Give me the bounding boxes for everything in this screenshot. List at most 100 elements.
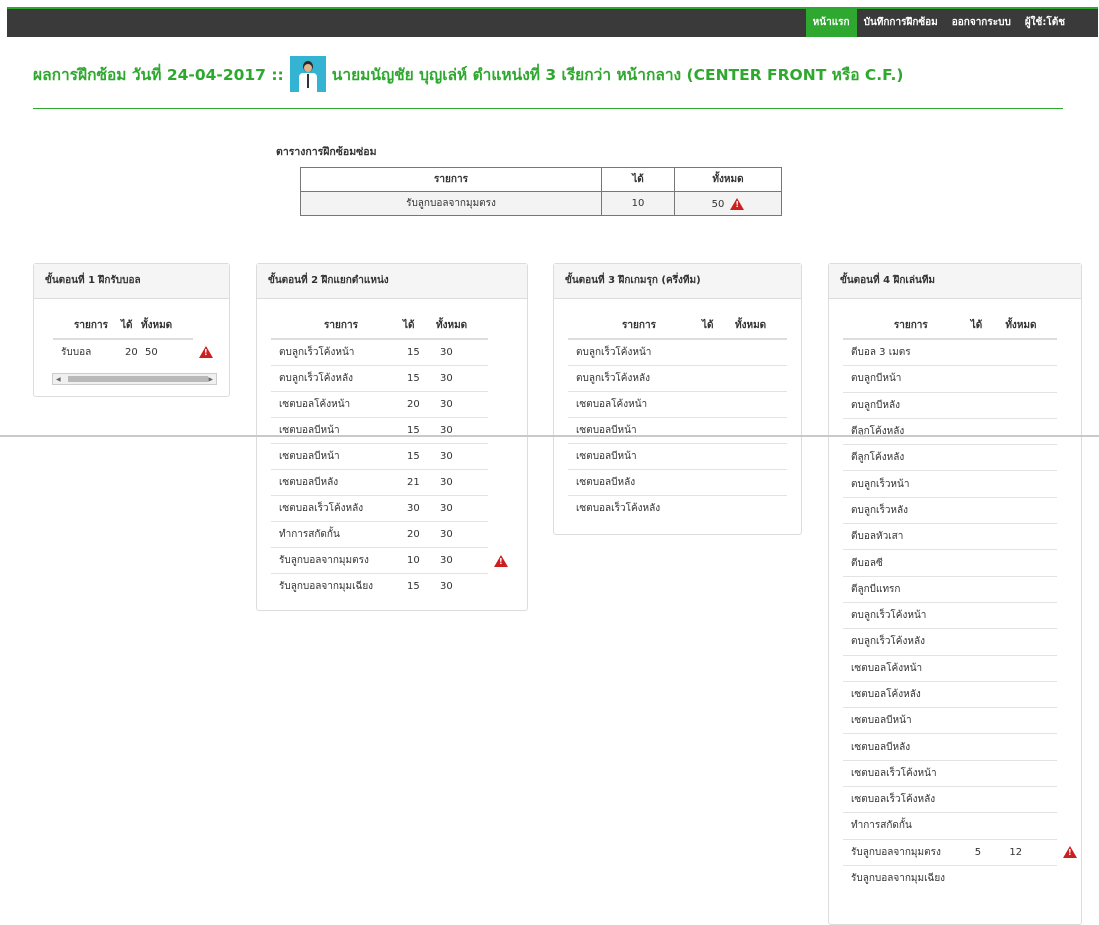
stage-row-item: เซตบอลโค้งหลัง — [843, 680, 971, 708]
stage-row-got — [970, 549, 1006, 577]
stage-row: เซตบอลเร็วโค้งหน้า — [843, 759, 1081, 787]
scroll-right-arrow-icon[interactable]: ▶ — [208, 376, 213, 383]
stage-row-got — [970, 654, 1006, 682]
warning-icon — [1063, 846, 1078, 859]
stage-row-got — [970, 470, 1006, 498]
stage-row-warning-cell — [488, 522, 512, 548]
stage-row-got — [702, 339, 735, 366]
stage-row: รับบอล 20 50 — [53, 339, 217, 364]
stage-row-total — [735, 495, 787, 521]
stage-row-total: 30 — [436, 547, 488, 574]
stage-row-warning-cell — [488, 548, 512, 574]
stage-table: รายการ ได้ ทั้งหมด ตีบอล 3 เมตร ตบลูกบีหน้าต… — [843, 312, 1081, 892]
stage-row: ตีบอลหัวเสา — [843, 523, 1081, 550]
stage-row-got — [970, 365, 1006, 393]
stage-row-item: รับบอล — [61, 346, 92, 358]
stage-row-warning-cell — [1057, 681, 1081, 707]
stage-row-item: เซตบอลโค้งหน้า — [568, 391, 702, 418]
stage-row-item: ตบลูกบีหลัง — [843, 391, 971, 419]
stage-row-total — [1005, 786, 1058, 813]
stage-row-item: ตบลูกเร็วโค้งหน้า — [279, 347, 355, 358]
stage-row-item: ตีลูกโค้งหลัง — [843, 444, 971, 471]
stage-row-item: ตบลูกเร็วหลัง — [843, 496, 971, 524]
stage-row: ตีบอลซี — [843, 549, 1081, 577]
stage-col-total: ทั้งหมด — [436, 312, 488, 340]
stage-row: ตบลูกเร็วโค้งหลัง — [568, 365, 787, 392]
stage-row-got: 15 — [403, 417, 436, 444]
warning-icon — [730, 197, 745, 210]
stage-row: เซตบอลบีหน้า — [568, 443, 787, 470]
stage-row-item: เซตบอลโค้งหน้า — [843, 654, 971, 682]
stage-row-total — [1005, 812, 1058, 840]
stage-row-item: รับลูกบอลจากมุมตรง — [271, 547, 403, 574]
header-divider — [33, 108, 1063, 109]
stage-row-total — [1005, 733, 1058, 761]
stage-row-warning-cell — [488, 418, 512, 444]
top-navbar: หน้าแรก บันทึกการฝึกซ้อม ออกจากระบบ ผู้ใ… — [7, 7, 1098, 37]
stage-panel-title: ขั้นตอนที่ 2 ฝึกแยกตำแหน่ง — [257, 264, 527, 299]
stage-row-warning-cell — [1057, 339, 1081, 366]
stage-table: รายการ ได้ ทั้งหมด ตบลูกเร็วโค้งหน้า ตบลูกเร… — [568, 312, 787, 521]
stage-row-total — [735, 417, 787, 444]
stage-row-item: ตีลูกบีแทรก — [843, 575, 971, 603]
stage-panel-title: ขั้นตอนที่ 4 ฝึกเล่นทีม — [829, 264, 1081, 299]
stage-row-item: รับลูกบอลจากมุมเฉียง — [843, 864, 971, 892]
stage-row-total — [1005, 496, 1058, 524]
stage-row: รับลูกบอลจากมุมเฉียง — [843, 864, 1081, 892]
stage-row-item: เซตบอลบีหน้า — [271, 443, 403, 470]
nav-logout-link[interactable]: ออกจากระบบ — [945, 9, 1018, 37]
stage-row-total: 12 — [1005, 838, 1058, 866]
stage-row-total — [1005, 365, 1058, 393]
stage-row-got: 15 — [403, 443, 436, 470]
nav-home-link[interactable]: หน้าแรก — [805, 9, 857, 37]
horizontal-divider-line — [0, 435, 1099, 437]
stage-row-item: เซตบอลเร็วโค้งหลัง — [843, 786, 971, 813]
stage-row-got — [970, 417, 1006, 445]
stage-row-got — [702, 391, 735, 418]
stage-col-total: ทั้งหมด — [141, 312, 193, 340]
nav-user-link[interactable]: ผู้ใช้:โต้ช — [1018, 9, 1072, 37]
horizontal-scrollbar[interactable]: ◀ ▶ — [52, 373, 217, 385]
stage-row-got — [970, 601, 1006, 629]
summary-got: 10 — [601, 191, 675, 216]
stage-row-item: เซตบอลเร็วโค้งหลัง — [271, 495, 403, 522]
stage-table: รายการ ได้ ทั้งหมด ตบลูกเร็วโค้งหน้า 15 30 ตบล… — [271, 312, 512, 599]
stage-row-got — [970, 759, 1006, 787]
scroll-thumb[interactable] — [68, 376, 208, 382]
stage-row-total — [1005, 864, 1058, 892]
stage-col-total: ทั้งหมด — [735, 312, 787, 340]
summary-col-got: ได้ — [601, 167, 675, 192]
stage-row-total — [1005, 575, 1058, 603]
scroll-left-arrow-icon[interactable]: ◀ — [56, 376, 61, 383]
stage-row-got — [970, 391, 1006, 419]
stage-1-panel: ขั้นตอนที่ 1 ฝึกรับบอล ◀ ▶ รายการ ได้ ทั้ง… — [33, 263, 230, 397]
stage-row-got: 20 — [403, 391, 436, 418]
stage-row-item: เซตบอลบีหน้า — [568, 443, 702, 470]
warning-icon — [199, 345, 213, 358]
stage-row-warning-cell — [1057, 734, 1081, 760]
nav-training-record-link[interactable]: บันทึกการฝึกซ้อม — [857, 9, 945, 37]
stage-row-item: เซตบอลบีหลัง — [843, 733, 971, 761]
stage-2-panel: ขั้นตอนที่ 2 ฝึกแยกตำแหน่ง รายการ ได้ ทั้ง… — [256, 263, 528, 611]
stage-row-item: ตบลูกเร็วโค้งหลัง — [271, 365, 403, 392]
stage-row-got — [970, 575, 1006, 603]
stage-row-warning-cell — [1057, 760, 1081, 786]
player-avatar — [289, 56, 326, 92]
stage-row-total — [1005, 759, 1058, 787]
stage-row: ทำการสกัดกั้น 20 30 — [271, 521, 512, 548]
stage-row-warning-cell — [1057, 602, 1081, 628]
stage-col-got: ได้ — [121, 312, 141, 340]
stage-row-got — [970, 523, 1006, 550]
stage-row: เซตบอลบีหน้า — [568, 417, 787, 444]
nav-menu: หน้าแรก บันทึกการฝึกซ้อม ออกจากระบบ ผู้ใ… — [805, 9, 1072, 37]
stage-row-total — [1005, 339, 1057, 366]
stage-row-item: ตีบอลซี — [843, 549, 971, 577]
stage-row-warning-cell — [1057, 865, 1081, 891]
stage-row-total — [735, 365, 787, 392]
stage-row-total: 30 — [436, 495, 488, 522]
summary-col-item: รายการ — [300, 167, 602, 192]
stage-row-total: 30 — [436, 573, 488, 599]
stage-row: ตบลูกบีหลัง — [843, 391, 1081, 419]
stage-row-total — [735, 339, 787, 366]
stage-col-item: รายการ — [843, 312, 971, 340]
